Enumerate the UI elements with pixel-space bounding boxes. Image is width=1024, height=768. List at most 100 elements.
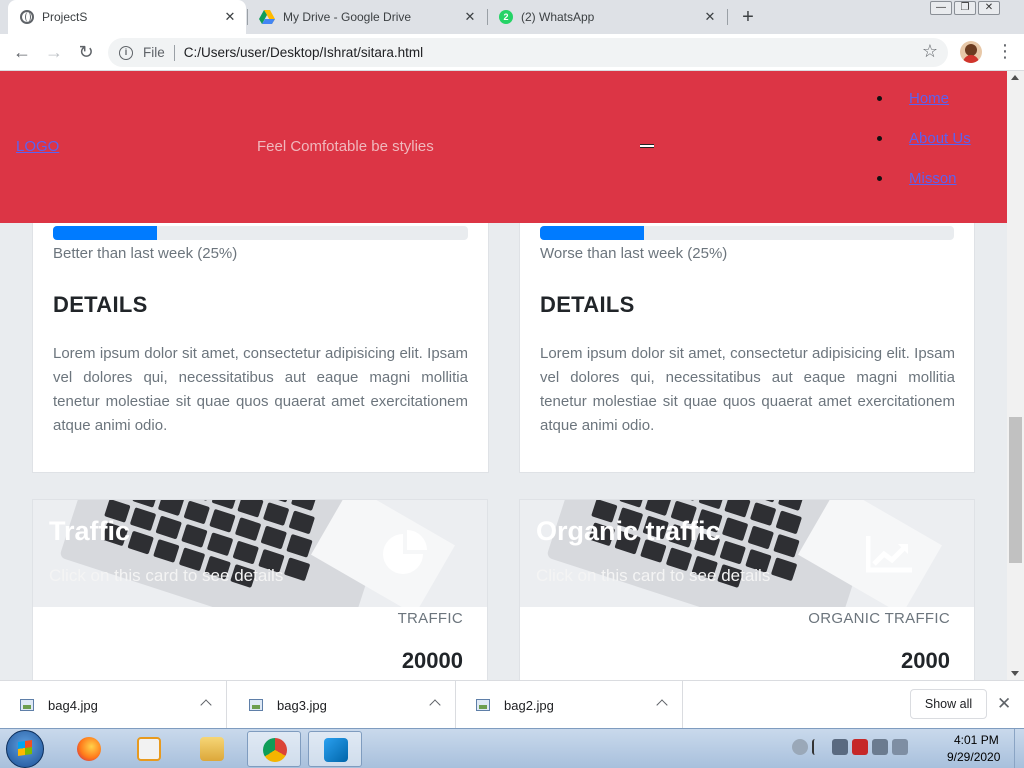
tab-title: My Drive - Google Drive: [283, 10, 412, 24]
vscode-icon: [324, 738, 348, 762]
minimize-button[interactable]: —: [930, 1, 952, 15]
stat-value: 2000: [901, 648, 950, 673]
image-file-icon: [249, 699, 263, 711]
profile-avatar[interactable]: [960, 41, 982, 63]
omnibox-divider: [173, 44, 175, 61]
download-item[interactable]: bag2.jpg: [456, 681, 683, 729]
tab-separator: [727, 9, 728, 25]
nav-item-mission: Misson: [877, 168, 971, 208]
scheme-label: File: [143, 45, 165, 60]
stat-value: 20000: [401, 648, 463, 673]
show-desktop-button[interactable]: [1014, 729, 1024, 768]
taskbar-file-explorer[interactable]: [185, 731, 239, 767]
card-subtitle: Click on this card to see details: [536, 566, 771, 585]
nav-item-about: About Us: [877, 128, 971, 168]
tab-google-drive[interactable]: My Drive - Google Drive ✕: [248, 0, 486, 34]
details-text: Lorem ipsum dolor sit amet, consectetur …: [540, 345, 955, 434]
tagline: Feel Comfotable be stylies: [257, 138, 434, 155]
progress-caption: Worse than last week (25%): [540, 245, 728, 262]
address-bar[interactable]: i File C:/Users/user/Desktop/Ishrat/sita…: [108, 38, 948, 67]
stat-label: TRAFFIC: [397, 610, 463, 627]
image-file-icon: [20, 699, 34, 711]
organic-traffic-card[interactable]: Organic traffic Click on this card to se…: [519, 499, 975, 680]
flag-icon[interactable]: [812, 739, 828, 755]
download-filename: bag3.jpg: [277, 697, 327, 713]
menu-kebab-icon[interactable]: ⋮: [996, 42, 1014, 60]
nav-link-mission[interactable]: Misson: [909, 170, 957, 187]
clock-time[interactable]: 4:01 PM: [954, 733, 999, 747]
progress-fill: [53, 226, 157, 240]
start-button[interactable]: [6, 730, 44, 768]
google-drive-icon: [259, 10, 275, 24]
close-tab-icon[interactable]: ✕: [702, 9, 718, 25]
progress-fill: [540, 226, 644, 240]
globe-icon: [20, 10, 34, 24]
taskbar-vscode[interactable]: [308, 731, 362, 767]
nav-link-home[interactable]: Home: [909, 90, 949, 107]
tab-whatsapp[interactable]: 2 (2) WhatsApp ✕: [488, 0, 726, 34]
new-tab-button[interactable]: +: [738, 6, 758, 29]
traffic-card[interactable]: Traffic Click on this card to see detail…: [32, 499, 488, 680]
maximize-button[interactable]: ❐: [954, 1, 976, 15]
tab-title: ProjectS: [42, 10, 88, 24]
network-icon[interactable]: [872, 739, 888, 755]
nav-item-home: Home: [877, 88, 971, 128]
card-subtitle: Click on this card to see details: [49, 566, 284, 585]
details-text: Lorem ipsum dolor sit amet, consectetur …: [53, 345, 468, 434]
browser-tab-strip: ProjectS ✕ My Drive - Google Drive ✕ 2 (…: [0, 0, 1024, 34]
taskbar-firefox[interactable]: [62, 731, 116, 767]
site-header: LOGO Feel Comfotable be stylies Home Abo…: [0, 71, 1007, 223]
scrollbar-thumb[interactable]: [1009, 417, 1022, 563]
taskbar-chrome[interactable]: [247, 731, 301, 767]
main-nav: Home About Us Misson: [877, 88, 971, 208]
close-shelf-icon[interactable]: ✕: [997, 694, 1011, 714]
scroll-down-arrow-icon[interactable]: [1011, 671, 1019, 676]
taskbar-media-player[interactable]: [122, 731, 176, 767]
card-title: Traffic: [49, 516, 131, 546]
show-all-button[interactable]: Show all: [910, 689, 987, 719]
reload-icon[interactable]: ↻: [76, 42, 96, 62]
window-controls: — ❐ ✕: [928, 1, 1000, 15]
close-tab-icon[interactable]: ✕: [462, 9, 478, 25]
forward-arrow-icon[interactable]: →: [44, 42, 64, 62]
whatsapp-badge: 2: [503, 12, 509, 22]
chevron-up-icon[interactable]: [429, 699, 441, 711]
card-title: Organic traffic: [536, 516, 721, 546]
adobe-icon[interactable]: [852, 739, 868, 755]
tab-projects[interactable]: ProjectS ✕: [8, 0, 246, 34]
url-text[interactable]: C:/Users/user/Desktop/Ishrat/sitara.html: [184, 45, 423, 60]
close-tab-icon[interactable]: ✕: [222, 9, 238, 25]
download-item[interactable]: bag4.jpg: [0, 681, 227, 729]
skype-icon[interactable]: [792, 739, 808, 755]
clock-date[interactable]: 9/29/2020: [947, 750, 1000, 764]
progress-bar: [53, 226, 468, 240]
menu-toggle-icon[interactable]: [640, 144, 654, 148]
volume-icon[interactable]: [832, 739, 848, 755]
logo-link[interactable]: LOGO: [16, 138, 59, 155]
chrome-icon: [263, 738, 287, 762]
download-item[interactable]: bag3.jpg: [229, 681, 456, 729]
firefox-icon: [77, 737, 101, 761]
page-scrollbar[interactable]: [1007, 71, 1024, 680]
whatsapp-icon: 2: [499, 10, 513, 24]
chevron-up-icon[interactable]: [656, 699, 668, 711]
nav-link-about[interactable]: About Us: [909, 130, 971, 147]
close-window-button[interactable]: ✕: [978, 1, 1000, 15]
download-filename: bag4.jpg: [48, 697, 98, 713]
system-tray: [792, 739, 908, 755]
scroll-up-arrow-icon[interactable]: [1011, 75, 1019, 80]
browser-toolbar: ← → ↻ i File C:/Users/user/Desktop/Ishra…: [0, 34, 1024, 71]
display-icon[interactable]: [892, 739, 908, 755]
download-shelf: bag4.jpg bag3.jpg bag2.jpg Show all ✕: [0, 680, 1024, 729]
media-player-icon: [137, 737, 161, 761]
back-arrow-icon[interactable]: ←: [12, 42, 32, 62]
bookmark-star-icon[interactable]: ☆: [922, 41, 938, 62]
chevron-up-icon[interactable]: [200, 699, 212, 711]
file-explorer-icon: [200, 737, 224, 761]
info-icon[interactable]: i: [119, 45, 133, 60]
progress-bar: [540, 226, 954, 240]
progress-caption: Better than last week (25%): [53, 245, 238, 262]
line-chart-icon: [866, 536, 912, 573]
windows-taskbar: 4:01 PM 9/29/2020: [0, 728, 1024, 768]
download-filename: bag2.jpg: [504, 697, 554, 713]
